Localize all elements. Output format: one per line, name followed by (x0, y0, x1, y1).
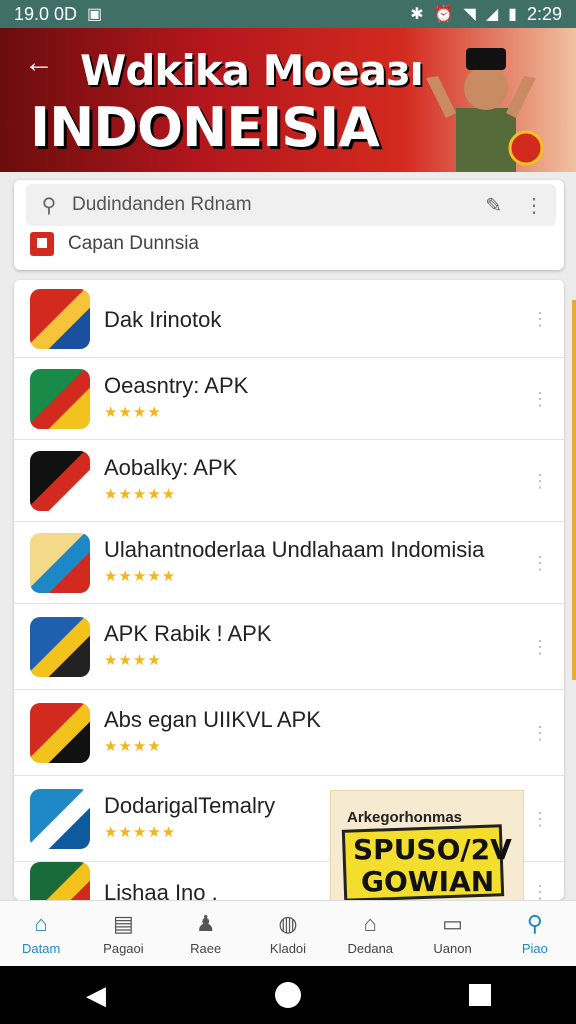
battery-icon: ▮ (508, 6, 517, 23)
app-menu-icon[interactable]: ⋮ (530, 469, 550, 493)
app-list-item[interactable]: Ulahantnoderlaa Undlahaam Indomisia ★★★★★… (14, 522, 564, 604)
back-arrow-icon[interactable]: ← (24, 46, 54, 80)
ad-top-text: Arkegorhonmas (347, 809, 463, 826)
app-icon[interactable] (30, 789, 90, 849)
nav-item-label: Datam (21, 941, 61, 956)
app-icon[interactable] (30, 703, 90, 763)
nav-item-globe[interactable]: ◍ Kladoi (247, 901, 329, 966)
banner-figure-image (426, 48, 544, 172)
globe-icon: ◍ (278, 911, 298, 936)
nav-item-person[interactable]: ♟ Raee (165, 901, 247, 966)
app-icon[interactable] (30, 369, 90, 429)
app-name: Aobalky: APK (104, 455, 238, 480)
status-bar: 19.0 0D ▣ ✱ ⏰ ◥ ◢ ▮ 2:29 (0, 0, 576, 28)
home-icon: ⌂ (34, 911, 48, 936)
nav-item-label: Dedana (347, 941, 394, 956)
header-banner: ← Wdkika Moeaзı INDONEISIA (0, 28, 576, 172)
app-rating-stars: ★★★★ (104, 652, 162, 669)
banner-title-line1: Wdkika Moeaзı (80, 46, 424, 95)
bluetooth-icon: ✱ (410, 6, 424, 23)
ad-line2: GOWIAN (361, 865, 495, 898)
signal-icon: ◢ (485, 6, 499, 23)
status-time-right: 2:29 (526, 3, 562, 24)
app-rating-stars: ★★★★ (104, 404, 162, 421)
app-name: Ulahantnoderlaa Undlahaam Indomisia (104, 537, 485, 562)
app-list-item[interactable]: APK Rabik ! APK ★★★★ ⋮ (14, 604, 564, 690)
ad-banner[interactable]: Arkegorhonmas SPUSO/2V GOWIAN (330, 790, 524, 902)
app-menu-icon[interactable]: ⋮ (530, 807, 550, 831)
app-rating-stars: ★★★★★ (104, 824, 177, 841)
nav-item-label: Piao (521, 941, 548, 956)
home-circle-icon[interactable] (258, 970, 318, 1020)
nav-item-label: Kladoi (269, 941, 307, 956)
building-icon: ⌂ (363, 911, 377, 936)
nav-item-profile[interactable]: ⚲ Piao (494, 901, 576, 966)
voice-search-icon[interactable]: ✎ (485, 193, 502, 218)
wifi-icon: ◥ (463, 6, 476, 23)
gallery-notification-icon: ▣ (87, 6, 103, 23)
app-name: Abs egan UIIKVL APK (104, 707, 321, 732)
app-menu-icon[interactable]: ⋮ (530, 635, 550, 659)
app-name: Oeasntry: APK (104, 373, 249, 398)
suggestion-app-icon (30, 232, 54, 256)
app-icon[interactable] (30, 289, 90, 349)
ad-line1: SPUSO/2V (353, 833, 512, 866)
app-menu-icon[interactable]: ⋮ (530, 387, 550, 411)
app-icon[interactable] (30, 862, 90, 900)
nav-item-label: Uanon (433, 941, 472, 956)
app-list-item[interactable]: Aobalky: APK ★★★★★ ⋮ (14, 440, 564, 522)
app-icon[interactable] (30, 533, 90, 593)
nav-item-label: Pagaoi (103, 941, 144, 956)
scrollbar[interactable] (572, 300, 576, 680)
app-rating-stars: ★★★★★ (104, 486, 177, 503)
app-icon[interactable] (30, 451, 90, 511)
app-menu-icon[interactable]: ⋮ (530, 307, 550, 331)
app-menu-icon[interactable]: ⋮ (530, 551, 550, 575)
app-list-item[interactable]: Dak Irinotok ⋮ (14, 280, 564, 358)
nav-item-home[interactable]: ⌂ Datam (0, 901, 82, 966)
store-icon: ▤ (113, 911, 134, 936)
app-menu-icon[interactable]: ⋮ (530, 880, 550, 901)
search-bar[interactable]: ⚲ ✎ ⋮ (26, 184, 556, 226)
search-card: ⚲ ✎ ⋮ Capan Dunnsia (14, 180, 564, 270)
recents-square-icon[interactable] (450, 970, 510, 1020)
search-suggestion[interactable]: Capan Dunnsia (30, 232, 199, 256)
app-rating-stars: ★★★★★ (104, 568, 177, 585)
nav-item-building[interactable]: ⌂ Dedana (329, 901, 411, 966)
app-menu-icon[interactable]: ⋮ (530, 721, 550, 745)
person-icon: ♟ (195, 911, 216, 936)
profile-icon: ⚲ (526, 911, 543, 936)
app-list-item[interactable]: Abs egan UIIKVL APK ★★★★ ⋮ (14, 690, 564, 776)
app-name: APK Rabik ! APK (104, 621, 272, 646)
status-time-left: 19.0 0D (14, 3, 78, 24)
chat-icon: ▭ (442, 911, 463, 936)
app-name: DodarigalTemalry (104, 793, 276, 818)
app-name: Lishaa Ino . (104, 880, 218, 900)
bottom-navigation: ⌂ Datam ▤ Pagaoi ♟ Raee ◍ Kladoi ⌂ Dedana ▭ Uanon ⚲ P… (0, 900, 576, 966)
alarm-icon: ⏰ (433, 6, 454, 23)
system-navigation-bar: ◀ (0, 966, 576, 1024)
search-icon: ⚲ (41, 194, 57, 217)
nav-item-store[interactable]: ▤ Pagaoi (82, 901, 164, 966)
more-options-icon[interactable]: ⋮ (524, 193, 544, 218)
banner-title-line2: INDONEISIA (30, 96, 380, 159)
app-icon[interactable] (30, 617, 90, 677)
search-input[interactable] (72, 194, 486, 216)
nav-item-label: Raee (190, 941, 222, 956)
app-name: Dak Irinotok (104, 307, 222, 332)
app-rating-stars: ★★★★ (104, 738, 162, 755)
app-list-item[interactable]: Oeasntry: APK ★★★★ ⋮ (14, 358, 564, 440)
back-triangle-icon[interactable]: ◀ (66, 970, 126, 1020)
nav-item-chat[interactable]: ▭ Uanon (411, 901, 493, 966)
suggestion-text: Capan Dunnsia (68, 233, 199, 254)
